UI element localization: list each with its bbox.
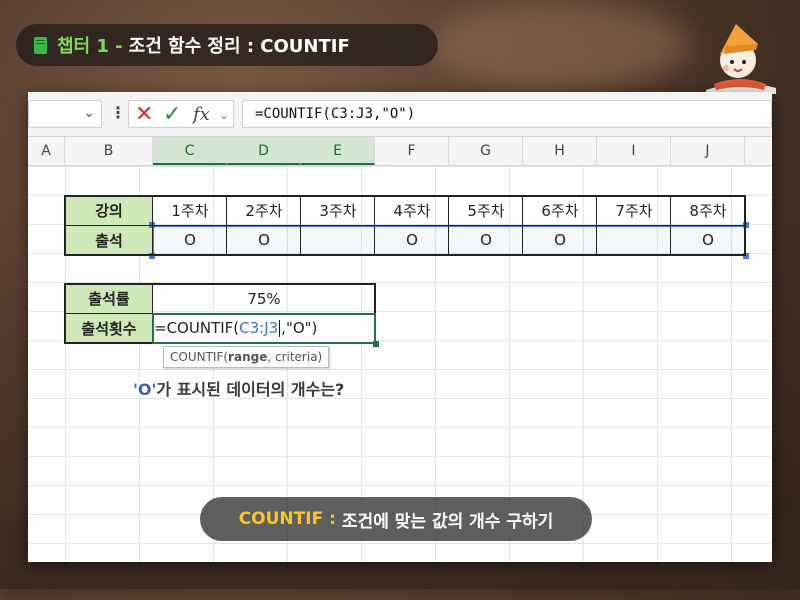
name-box[interactable]: ⌄	[28, 100, 102, 128]
week-cell[interactable]: 4주차	[375, 196, 449, 225]
formula-bar: ⌄ ⋮ ✕ ✓ fx ⌄ =COUNTIF(C3:J3,"O")	[28, 92, 772, 137]
column-header-j[interactable]: J	[671, 137, 745, 165]
chapter-label: 챕터 1 -	[57, 36, 123, 57]
table-divider	[374, 196, 375, 255]
lecture-label-cell[interactable]: 강의	[65, 196, 153, 225]
column-header-c[interactable]: C	[153, 137, 227, 165]
annotation-caption: 'O'가 표시된 데이터의 개수는?	[133, 376, 344, 400]
subtitle-text: 조건에 맞는 값의 개수 구하기	[341, 511, 554, 532]
week-cell[interactable]: 1주차	[153, 196, 227, 225]
table-divider	[522, 196, 523, 255]
column-header-i[interactable]: I	[597, 137, 671, 165]
confirm-check-icon[interactable]: ✓	[163, 101, 181, 129]
tooltip-arg-range: range	[228, 350, 268, 364]
active-formula-cell[interactable]: =COUNTIF(C3:J3 ,"O")	[152, 313, 376, 344]
formula-suffix: ,"O")	[281, 319, 318, 337]
annotation-highlight: 'O'	[133, 380, 157, 399]
column-header-g[interactable]: G	[449, 137, 523, 165]
week-cell[interactable]: 7주차	[597, 196, 671, 225]
column-header-a[interactable]: A	[28, 137, 65, 165]
chapter-title-banner: 챕터 1 - 조건 함수 정리 : COUNTIF	[16, 24, 438, 66]
tooltip-rest: , criteria)	[267, 350, 323, 364]
attendance-cell[interactable]: O	[153, 225, 227, 255]
formula-range-ref: C3:J3	[239, 319, 279, 337]
excel-window: ⌄ ⋮ ✕ ✓ fx ⌄ =COUNTIF(C3:J3,"O") A B C D…	[28, 92, 772, 562]
week-cell[interactable]: 8주차	[671, 196, 745, 225]
column-header-b[interactable]: B	[65, 137, 153, 165]
fill-handle[interactable]	[373, 341, 379, 347]
attendance-cell[interactable]: O	[523, 225, 597, 255]
mascot-character-icon	[706, 24, 776, 94]
chevron-down-icon[interactable]: ⌄	[219, 101, 229, 129]
column-header-d[interactable]: D	[227, 137, 301, 165]
background-glow	[430, 0, 690, 90]
cancel-icon[interactable]: ✕	[135, 101, 153, 129]
chevron-down-icon[interactable]: ⌄	[83, 105, 95, 121]
insert-function-icon[interactable]: fx	[193, 101, 210, 129]
attendance-cell[interactable]	[597, 225, 671, 255]
attendance-count-label-cell[interactable]: 출석횟수	[65, 313, 153, 343]
annotation-text: 가 표시된 데이터의 개수는?	[156, 380, 345, 399]
chapter-title: 조건 함수 정리 : COUNTIF	[128, 36, 350, 57]
column-headers: A B C D E F G H I J	[28, 137, 772, 166]
table-divider	[64, 225, 746, 226]
column-header-h[interactable]: H	[523, 137, 597, 165]
attendance-cell[interactable]: O	[449, 225, 523, 255]
formula-input[interactable]: =COUNTIF(C3:J3,"O")	[242, 100, 772, 128]
tooltip-function: COUNTIF(	[170, 350, 229, 364]
column-header-e[interactable]: E	[301, 137, 375, 165]
attendance-label-cell[interactable]: 출석	[65, 225, 153, 255]
attendance-cell[interactable]: O	[375, 225, 449, 255]
table-divider	[226, 196, 227, 255]
table-divider	[300, 196, 301, 255]
subtitle-banner: COUNTIF : 조건에 맞는 값의 개수 구하기	[200, 497, 592, 541]
function-argument-tooltip[interactable]: COUNTIF(range, criteria)	[163, 346, 330, 368]
week-cell[interactable]: 6주차	[523, 196, 597, 225]
attendance-rate-value-cell[interactable]: 75%	[153, 284, 375, 313]
week-cell[interactable]: 3주차	[301, 196, 375, 225]
table-divider	[596, 196, 597, 255]
formula-prefix: =COUNTIF(	[154, 319, 240, 337]
attendance-cell[interactable]: O	[227, 225, 301, 255]
week-cell[interactable]: 5주차	[449, 196, 523, 225]
subtitle-keyword: COUNTIF :	[238, 509, 336, 529]
formula-controls: ✕ ✓ fx ⌄	[128, 100, 234, 128]
attendance-rate-label-cell[interactable]: 출석률	[65, 284, 153, 313]
book-icon	[34, 36, 47, 54]
week-cell[interactable]: 2주차	[227, 196, 301, 225]
table-divider	[670, 196, 671, 255]
table-divider	[152, 196, 153, 255]
attendance-cell[interactable]	[301, 225, 375, 255]
table-divider	[448, 196, 449, 255]
column-header-f[interactable]: F	[375, 137, 449, 165]
more-options-icon[interactable]: ⋮	[110, 103, 126, 122]
attendance-cell[interactable]: O	[671, 225, 745, 255]
